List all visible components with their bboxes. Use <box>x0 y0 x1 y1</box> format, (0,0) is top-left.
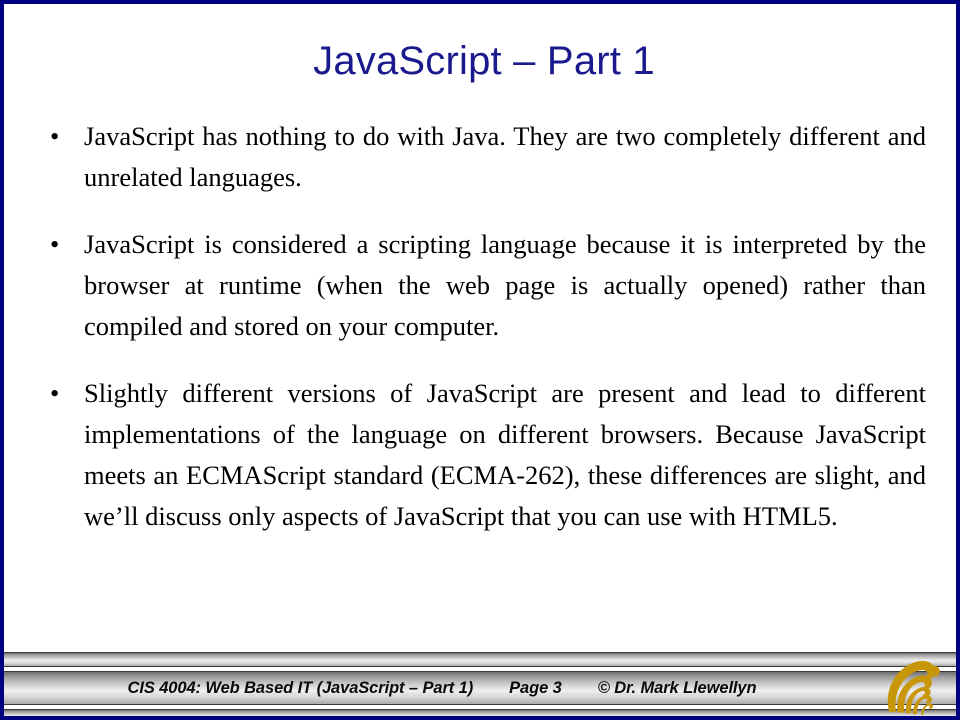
bullet-item: • Slightly different versions of JavaScr… <box>38 373 926 537</box>
bullet-text: JavaScript is considered a scripting lan… <box>84 229 926 341</box>
bullet-marker-icon: • <box>50 121 60 151</box>
slide-footer: CIS 4004: Web Based IT (JavaScript – Par… <box>4 652 956 716</box>
bullet-text: JavaScript has nothing to do with Java. … <box>84 121 926 192</box>
bullet-marker-icon: • <box>50 378 60 408</box>
footer-copyright-label: © Dr. Mark Llewellyn <box>597 678 757 697</box>
footer-course-label: CIS 4004: Web Based IT (JavaScript – Par… <box>127 678 474 697</box>
slide-body: • JavaScript has nothing to do with Java… <box>38 116 926 537</box>
footer-page-label: Page 3 <box>509 678 562 697</box>
slide-canvas: JavaScript – Part 1 • JavaScript has not… <box>0 0 960 720</box>
bullet-item: • JavaScript has nothing to do with Java… <box>38 116 926 198</box>
slide-title: JavaScript – Part 1 <box>313 39 655 83</box>
footer-bar-top <box>4 652 956 667</box>
footer-text-row: CIS 4004: Web Based IT (JavaScript – Par… <box>4 671 884 705</box>
bullet-item: • JavaScript is considered a scripting l… <box>38 224 926 347</box>
footer-bar-bottom <box>4 709 956 716</box>
bullet-marker-icon: • <box>50 229 60 259</box>
bullet-text: Slightly different versions of JavaScrip… <box>84 378 926 531</box>
ucf-pegasus-logo-icon <box>874 648 950 716</box>
